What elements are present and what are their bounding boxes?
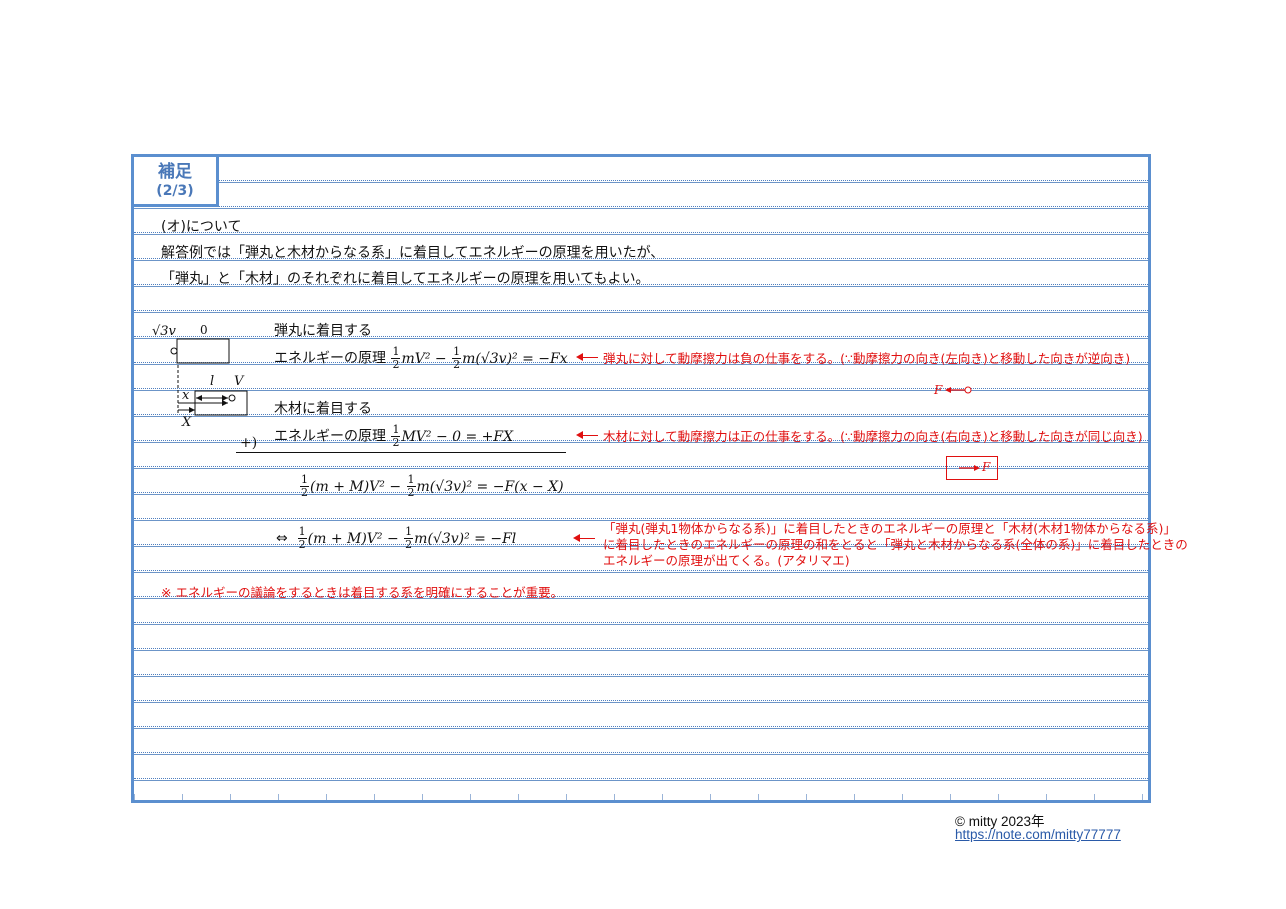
footer-link-wrap: https://note.com/mitty77777 xyxy=(955,827,1121,842)
sum-note-arrow xyxy=(573,534,595,542)
rule-line xyxy=(134,778,1148,779)
wood-block-initial xyxy=(176,338,230,364)
sum-note-line-2: に着目したときのエネルギーの原理の和をとると「弾丸と木材からなる系(全体の系)」… xyxy=(603,537,1188,552)
sum-note-line-3: エネルギーの原理が出てくる。(アタリマエ) xyxy=(603,553,850,568)
rule-line xyxy=(134,180,1148,181)
wood-force-box: F xyxy=(946,456,998,480)
figure-x-label: x xyxy=(182,388,190,403)
intro-line-3: 「弾丸」と「木材」のそれぞれに着目してエネルギーの原理を用いてもよい。 xyxy=(161,271,650,287)
sum-note: 「弾丸(弾丸1物体からなる系)」に着目したときのエネルギーの原理と「木材(木材1… xyxy=(603,521,1188,569)
bullet-note-arrow xyxy=(576,353,598,361)
page-indicator: (2/3) xyxy=(156,183,194,199)
sum-eq1-tail: m(√3v)² = −F(x − X) xyxy=(416,478,564,495)
bullet-note: 弾丸に対して動摩擦力は負の仕事をする。(∵動摩擦力の向き(左向き)と移動した向き… xyxy=(603,351,1131,366)
wood-equation: エネルギーの原理 1 2 MV² − 0 = +FX xyxy=(274,423,514,449)
note-frame: 補足 (2/3) (オ)について 解答例では「弾丸と木材からなる系」に着目してエ… xyxy=(131,154,1188,803)
wood-force-label: F xyxy=(982,460,991,474)
rule-line xyxy=(134,388,1148,389)
section-title-box: 補足 (2/3) xyxy=(131,154,219,207)
sum-note-line-1: 「弾丸(弾丸1物体からなる系)」に着目したときのエネルギーの原理と「木材(木材1… xyxy=(603,521,1176,536)
bottom-tick-row xyxy=(134,794,1148,800)
bullet-final xyxy=(228,394,236,402)
bullet-principle-label: エネルギーの原理 xyxy=(274,350,386,367)
rule-line xyxy=(134,518,1148,519)
wood-force-arrow-icon xyxy=(959,465,980,471)
rule-line xyxy=(134,622,1148,623)
rule-line xyxy=(134,310,1148,311)
caution-note: ※ エネルギーの議論をするときは着目する系を明確にすることが重要。 xyxy=(161,585,564,600)
figure-l-label: l xyxy=(210,374,215,389)
sum-equation-2: ⇔ 1 2 (m + M)V² − 1 2 m(√3v)² = −Fl xyxy=(276,525,517,551)
rule-line xyxy=(134,648,1148,649)
sum-eq2-tail: m(√3v)² = −Fl xyxy=(414,530,517,547)
intro-line-2: 解答例では「弾丸と木材からなる系」に着目してエネルギーの原理を用いたが、 xyxy=(161,245,665,261)
rule-line xyxy=(134,674,1148,675)
rule-line xyxy=(134,232,1148,233)
wood-equation-rhs: MV² − 0 = +FX xyxy=(401,428,514,445)
sum-eq2-head: (m + M)V² − xyxy=(307,530,404,547)
figure-v-label: √3v xyxy=(152,324,176,339)
section-title: 補足 xyxy=(158,162,192,182)
rule-line xyxy=(134,726,1148,727)
bullet-initial xyxy=(170,347,178,355)
intro-line-1: (オ)について xyxy=(161,219,242,235)
figure-zero-label: 0 xyxy=(200,323,208,337)
bullet-force-label: F xyxy=(934,383,943,397)
rule-line xyxy=(134,700,1148,701)
wood-note-arrow xyxy=(576,431,598,439)
figure-V-label: V xyxy=(234,374,244,389)
wood-heading: 木材に着目する xyxy=(274,401,372,417)
sum-underline xyxy=(236,452,566,453)
sum-plus-label: +) xyxy=(240,435,258,451)
bullet-force-arrow-icon xyxy=(945,386,972,394)
bullet-heading: 弾丸に着目する xyxy=(274,323,372,339)
rule-line xyxy=(134,570,1148,571)
sum-equation-1: 1 2 (m + M)V² − 1 2 m(√3v)² = −F(x − X) xyxy=(300,473,564,499)
sum-eq1-head: (m + M)V² − xyxy=(310,478,406,495)
rule-line xyxy=(134,492,1148,493)
rule-line xyxy=(134,752,1148,753)
wood-note: 木材に対して動摩擦力は正の仕事をする。(∵動摩擦力の向き(右向き)と移動した向き… xyxy=(603,429,1143,444)
wood-principle-label: エネルギーの原理 xyxy=(274,428,386,445)
rule-line xyxy=(134,206,1148,207)
bullet-equation: エネルギーの原理 1 2 mV² − 1 2 m(√3v)² = −Fx xyxy=(274,345,568,371)
iff-symbol: ⇔ xyxy=(276,530,288,547)
figure-X-label: X xyxy=(182,415,192,430)
note-link[interactable]: https://note.com/mitty77777 xyxy=(955,827,1121,842)
bullet-equation-rhs: = −Fx xyxy=(522,350,568,367)
